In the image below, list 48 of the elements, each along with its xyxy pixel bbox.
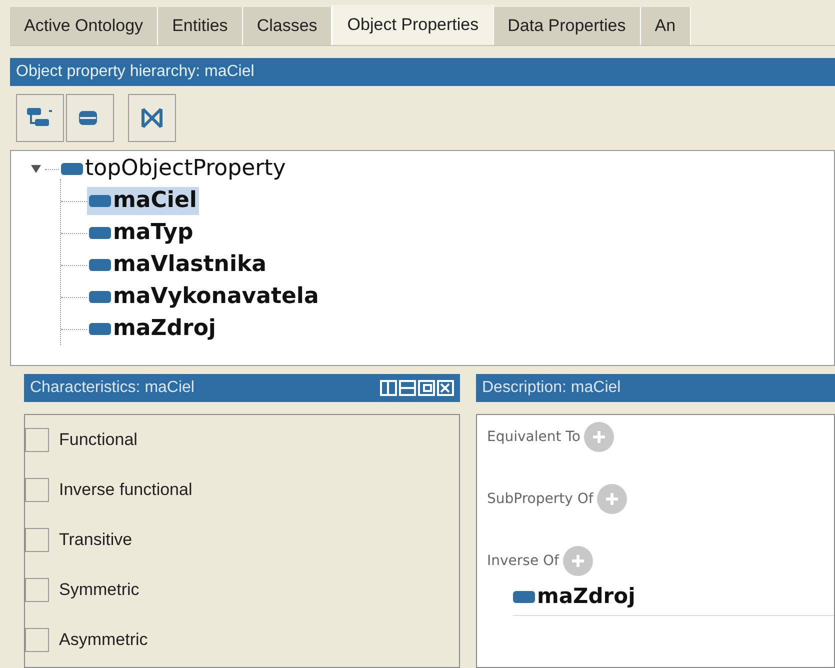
property-icon — [89, 291, 111, 303]
property-icon — [513, 590, 535, 603]
add-sibling-button[interactable] — [66, 94, 114, 142]
window-controls-icon — [380, 380, 454, 396]
plus-icon — [570, 553, 586, 569]
property-icon — [89, 323, 111, 335]
checkbox[interactable] — [25, 628, 49, 652]
tab[interactable]: An — [640, 7, 691, 45]
section-label: Inverse Of — [487, 552, 559, 570]
description-entry[interactable]: maZdroj — [513, 581, 834, 616]
tree-item[interactable]: topObjectProperty — [59, 155, 288, 183]
property-icon — [89, 227, 111, 239]
tree-item[interactable]: maTyp — [87, 219, 196, 247]
panel-title: Object property hierarchy: maCiel — [10, 58, 835, 86]
tree-item[interactable]: maCiel — [87, 187, 199, 215]
tab[interactable]: Object Properties — [332, 5, 494, 45]
tab[interactable]: Active Ontology — [10, 7, 158, 45]
delete-icon — [141, 107, 163, 129]
add-subproperty-button[interactable] — [16, 94, 64, 142]
section-label: Equivalent To — [487, 428, 580, 446]
hierarchy-icon — [27, 108, 53, 128]
property-icon — [89, 195, 111, 207]
plus-icon — [604, 491, 620, 507]
property-icon — [89, 259, 111, 271]
checkbox[interactable] — [25, 578, 49, 602]
tab[interactable]: Data Properties — [494, 7, 641, 45]
description-title: Description: maCiel — [476, 374, 835, 402]
tab[interactable]: Entities — [158, 7, 243, 45]
checkbox-label: Symmetric — [59, 579, 140, 602]
tree-item[interactable]: maVykonavatela — [87, 283, 321, 311]
tab[interactable]: Classes — [242, 7, 332, 45]
checkbox-label: Functional — [59, 429, 138, 452]
add-button[interactable] — [584, 422, 614, 452]
section-label: SubProperty Of — [487, 490, 594, 508]
tree-item[interactable]: maVlastnika — [87, 251, 268, 279]
plus-icon — [591, 429, 608, 445]
add-button[interactable] — [597, 484, 628, 514]
checkbox-label: Asymmetric — [59, 629, 148, 652]
characteristics-title: Characteristics: maCiel — [30, 378, 194, 398]
property-icon — [61, 163, 83, 175]
tree-item[interactable]: maZdroj — [87, 315, 218, 343]
checkbox[interactable] — [25, 478, 49, 502]
checkbox-label: Transitive — [59, 529, 132, 552]
checkbox[interactable] — [25, 528, 49, 552]
add-button[interactable] — [562, 546, 593, 576]
checkbox[interactable] — [25, 428, 49, 452]
delete-button[interactable] — [128, 94, 176, 142]
checkbox-label: Inverse functional — [59, 479, 192, 502]
